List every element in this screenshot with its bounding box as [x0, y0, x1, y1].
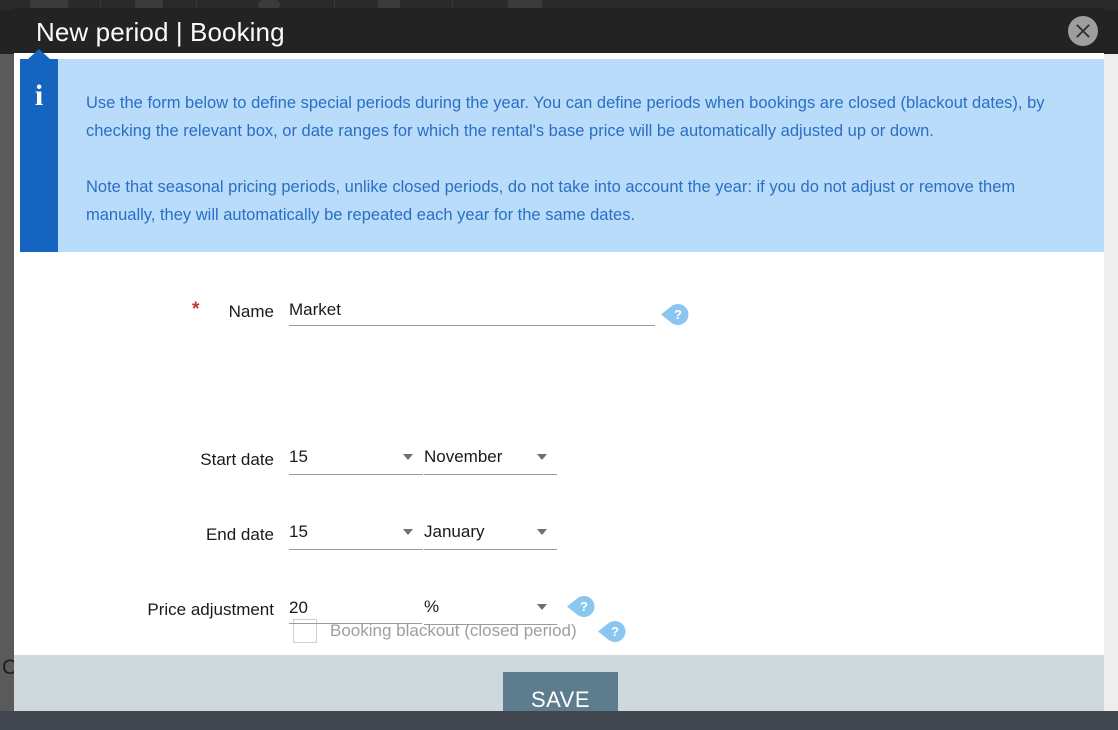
end-day-select[interactable]: 15 [289, 518, 423, 550]
chevron-down-icon [537, 529, 547, 535]
close-icon[interactable] [1068, 16, 1098, 46]
svg-text:?: ? [674, 307, 682, 322]
start-day-value: 15 [289, 447, 308, 466]
background-status-bar [0, 711, 1118, 730]
background-left-panel [0, 54, 14, 711]
modal-footer: SAVE [14, 655, 1104, 711]
chevron-down-icon [403, 454, 413, 460]
info-banner-text: Use the form below to define special per… [86, 89, 1086, 229]
help-icon[interactable]: ? [660, 303, 690, 325]
chevron-down-icon [403, 529, 413, 535]
info-banner: i Use the form below to define special p… [20, 49, 1104, 252]
chevron-down-icon [537, 454, 547, 460]
save-button[interactable]: SAVE [503, 672, 618, 711]
name-label: Name [228, 302, 274, 321]
svg-text:?: ? [611, 624, 619, 639]
info-banner-notch [27, 49, 51, 60]
end-month-value: January [424, 522, 485, 541]
start-month-value: November [424, 447, 503, 466]
chevron-down-icon [537, 604, 547, 610]
name-input[interactable] [289, 295, 655, 326]
new-period-modal: New period | Booking i Use the form belo… [14, 8, 1104, 711]
info-icon: i [34, 79, 44, 112]
start-month-select[interactable]: November [424, 443, 557, 475]
end-month-select[interactable]: January [424, 518, 557, 550]
price-unit-select[interactable]: % [424, 593, 557, 625]
period-form: * Name ? Booking blackout (closed period… [14, 252, 1104, 655]
info-paragraph-1: Use the form below to define special per… [86, 94, 1045, 140]
info-banner-tab: i [20, 49, 58, 252]
help-icon[interactable]: ? [597, 620, 627, 642]
end-day-value: 15 [289, 522, 308, 541]
price-adjustment-label: Price adjustment [147, 600, 274, 619]
price-unit-value: % [424, 597, 440, 616]
page-scrollbar-track[interactable] [1104, 54, 1118, 711]
page-title: New period | Booking [36, 17, 285, 47]
info-paragraph-2: Note that seasonal pricing periods, unli… [86, 178, 1016, 224]
help-icon[interactable]: ? [566, 595, 596, 617]
start-day-select[interactable]: 15 [289, 443, 423, 475]
svg-text:?: ? [580, 599, 588, 614]
start-date-label: Start date [200, 450, 274, 469]
price-adjustment-input[interactable] [289, 593, 422, 624]
end-date-label: End date [205, 525, 274, 544]
modal-header: New period | Booking [14, 8, 1104, 53]
